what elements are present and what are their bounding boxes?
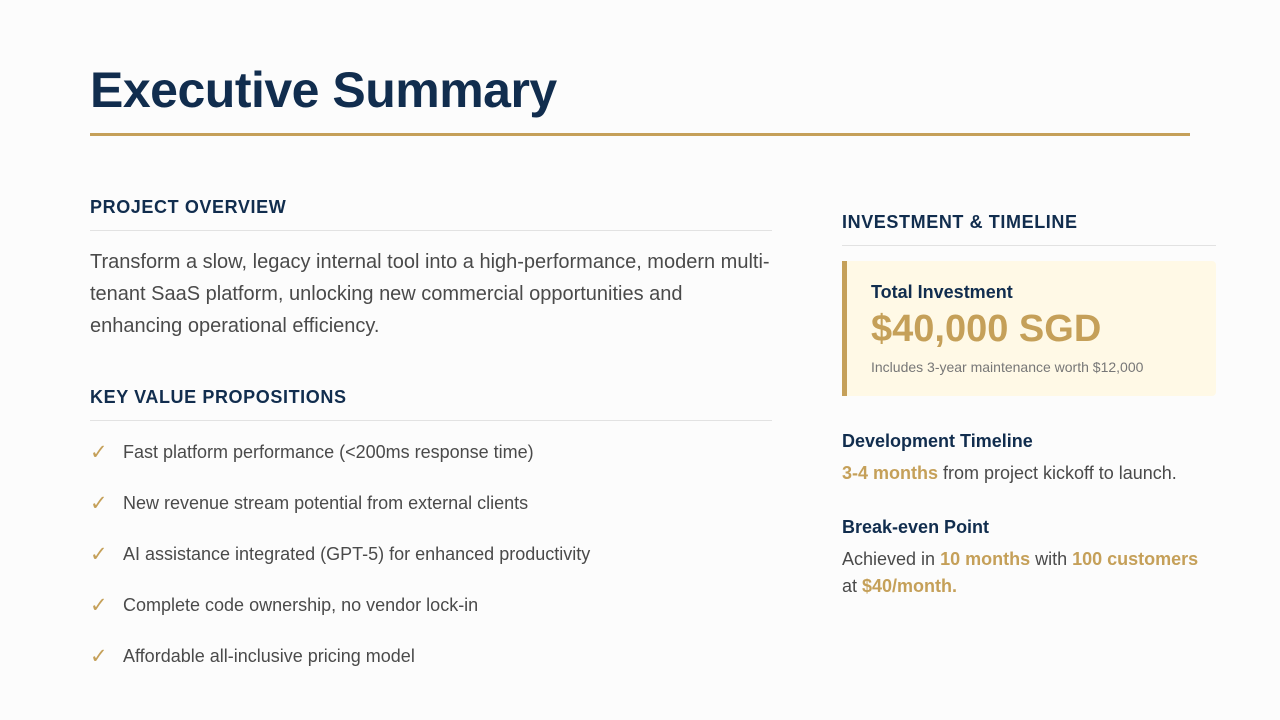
value-proposition-text: Complete code ownership, no vendor lock-… xyxy=(123,595,479,615)
break-even-text-part: with xyxy=(1030,549,1073,569)
break-even-text-part: Achieved in xyxy=(842,549,941,569)
list-item: ✓ Affordable all-inclusive pricing model xyxy=(90,640,590,691)
timeline-description: from project kickoff to launch. xyxy=(938,463,1177,483)
total-investment-card: Total Investment $40,000 SGD Includes 3-… xyxy=(842,261,1216,396)
value-proposition-text: New revenue stream potential from extern… xyxy=(123,493,529,513)
break-even-price: $40/month. xyxy=(862,576,958,596)
value-propositions-list: ✓ Fast platform performance (<200ms resp… xyxy=(90,436,590,691)
page-title: Executive Summary xyxy=(90,62,557,118)
break-even-heading: Break-even Point xyxy=(842,517,990,537)
total-investment-amount: $40,000 SGD xyxy=(871,308,1102,350)
value-proposition-text: Fast platform performance (<200ms respon… xyxy=(123,442,534,462)
value-propositions-divider xyxy=(90,420,772,421)
total-investment-label: Total Investment xyxy=(871,282,1013,302)
title-divider xyxy=(90,133,1190,136)
break-even-text: Achieved in 10 months with 100 customers… xyxy=(842,546,1222,600)
list-item: ✓ Complete code ownership, no vendor loc… xyxy=(90,589,590,640)
timeline-duration: 3-4 months xyxy=(842,463,939,483)
check-icon: ✓ xyxy=(90,543,108,566)
check-icon: ✓ xyxy=(90,492,108,515)
project-overview-heading: PROJECT OVERVIEW xyxy=(90,197,287,217)
value-propositions-heading: KEY VALUE PROPOSITIONS xyxy=(90,387,347,407)
project-overview-divider xyxy=(90,230,772,231)
value-proposition-text: Affordable all-inclusive pricing model xyxy=(123,646,415,666)
list-item: ✓ AI assistance integrated (GPT-5) for e… xyxy=(90,538,590,589)
investment-timeline-heading: INVESTMENT & TIMELINE xyxy=(842,212,1078,232)
list-item: ✓ New revenue stream potential from exte… xyxy=(90,487,590,538)
investment-timeline-divider xyxy=(842,245,1216,246)
break-even-text-part: at xyxy=(842,576,863,596)
break-even-months: 10 months xyxy=(940,549,1031,569)
project-overview-text: Transform a slow, legacy internal tool i… xyxy=(90,251,770,337)
development-timeline-heading: Development Timeline xyxy=(842,431,1033,451)
check-icon: ✓ xyxy=(90,594,108,617)
value-proposition-text: AI assistance integrated (GPT-5) for enh… xyxy=(123,544,591,564)
check-icon: ✓ xyxy=(90,645,108,668)
list-item: ✓ Fast platform performance (<200ms resp… xyxy=(90,436,590,487)
check-icon: ✓ xyxy=(90,441,108,464)
break-even-customers: 100 customers xyxy=(1072,549,1199,569)
development-timeline-text: 3-4 months from project kickoff to launc… xyxy=(842,460,1222,487)
total-investment-note: Includes 3-year maintenance worth $12,00… xyxy=(871,359,1144,375)
